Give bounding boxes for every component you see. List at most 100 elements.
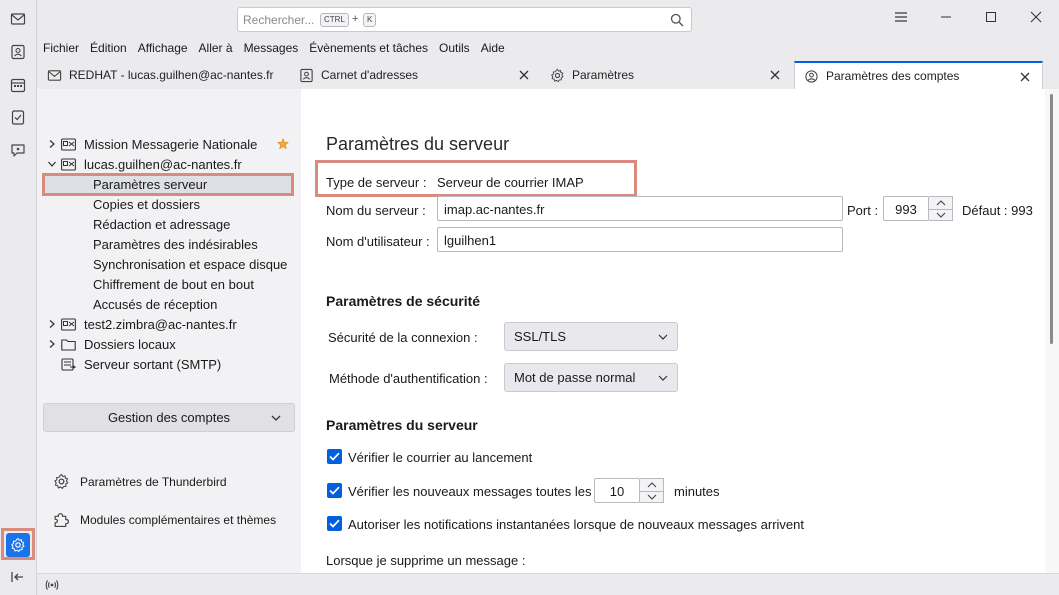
- menu-evenements[interactable]: Évènements et tâches: [309, 41, 428, 55]
- menu-messages[interactable]: Messages: [244, 41, 299, 55]
- calendar-icon[interactable]: [7, 74, 29, 96]
- mail-account-icon: [61, 137, 76, 151]
- push-notification-label[interactable]: Autoriser les notifications instantanées…: [348, 517, 804, 532]
- sidebar-item-redaction[interactable]: Rédaction et adressage: [93, 214, 230, 234]
- account-dossiers-locaux[interactable]: Dossiers locaux: [47, 334, 176, 354]
- link-label: Paramètres de Thunderbird: [80, 474, 227, 489]
- minimize-icon[interactable]: [938, 9, 954, 25]
- sidebar-item-chiffrement[interactable]: Chiffrement de bout en bout: [93, 274, 254, 294]
- check-interval-stepper[interactable]: [640, 478, 664, 503]
- account-actions-dropdown[interactable]: Gestion des comptes: [43, 403, 295, 432]
- tab-redhat-mail[interactable]: REDHAT - lucas.guilhen@ac-nantes.fr: [47, 61, 297, 89]
- port-stepper[interactable]: [929, 196, 953, 221]
- status-bar: [37, 573, 1059, 595]
- app-menu-icon[interactable]: [893, 9, 909, 25]
- account-label: Dossiers locaux: [84, 336, 176, 352]
- shortcut-plus: +: [352, 13, 359, 25]
- connection-security-select[interactable]: SSL/TLS: [504, 322, 678, 351]
- tab-parametres[interactable]: Paramètres: [550, 61, 790, 89]
- menu-outils[interactable]: Outils: [439, 41, 470, 55]
- menu-affichage[interactable]: Affichage: [138, 41, 188, 55]
- chevron-right-icon[interactable]: [47, 139, 57, 149]
- collapse-spaces-icon[interactable]: [7, 566, 29, 588]
- scrollbar-thumb[interactable]: [1050, 94, 1053, 344]
- account-actions-label: Gestion des comptes: [107, 410, 231, 425]
- sidebar-item-label: Paramètres des indésirables: [93, 236, 258, 252]
- online-status-icon[interactable]: [45, 578, 59, 592]
- mail-icon[interactable]: [7, 8, 29, 30]
- stepper-down-icon[interactable]: [929, 208, 952, 221]
- addons-themes-link[interactable]: Modules complémentaires et thèmes: [53, 511, 276, 528]
- chevron-down-icon: [271, 415, 281, 421]
- smtp-server-item[interactable]: Serveur sortant (SMTP): [61, 354, 221, 374]
- close-window-icon[interactable]: [1028, 9, 1044, 25]
- search-placeholder: Rechercher...: [243, 13, 315, 27]
- account-label: Serveur sortant (SMTP): [84, 356, 222, 372]
- server-name-input[interactable]: imap.ac-nantes.fr: [437, 196, 843, 221]
- check-interval-input[interactable]: 10: [594, 478, 640, 503]
- tab-account-settings[interactable]: Paramètres des comptes: [794, 61, 1043, 89]
- select-value: SSL/TLS: [514, 329, 567, 344]
- username-input[interactable]: lguilhen1: [437, 227, 843, 252]
- chevron-down-icon[interactable]: [47, 159, 57, 169]
- sidebar-item-parametres-serveur[interactable]: Paramètres serveur: [45, 174, 291, 194]
- check-startup-checkbox[interactable]: [327, 449, 342, 464]
- checkmark-icon: [329, 486, 340, 495]
- port-input[interactable]: 993: [883, 196, 929, 221]
- close-tab-icon[interactable]: [517, 68, 531, 82]
- account-mission-messagerie[interactable]: Mission Messagerie Nationale: [47, 134, 297, 154]
- port-label: Port :: [847, 203, 879, 218]
- spaces-toolbar: [0, 0, 37, 595]
- chat-icon[interactable]: [7, 139, 29, 161]
- push-notification-checkbox[interactable]: [327, 516, 342, 531]
- account-label: test2.zimbra@ac-nantes.fr: [84, 316, 237, 332]
- main-scrollbar[interactable]: [1045, 89, 1059, 573]
- account-label: lucas.guilhen@ac-nantes.fr: [84, 156, 242, 172]
- stepper-down-icon[interactable]: [640, 490, 663, 503]
- tab-label: REDHAT - lucas.guilhen@ac-nantes.fr: [69, 68, 274, 82]
- minutes-label: minutes: [674, 484, 720, 499]
- close-tab-icon[interactable]: [768, 68, 782, 82]
- check-every-label[interactable]: Vérifier les nouveaux messages toutes le…: [348, 484, 592, 499]
- check-startup-label[interactable]: Vérifier le courrier au lancement: [348, 450, 532, 465]
- sidebar-item-accuses[interactable]: Accusés de réception: [93, 294, 217, 314]
- username-label: Nom d'utilisateur :: [326, 234, 430, 249]
- search-input[interactable]: Rechercher... CTRL + K: [237, 7, 692, 32]
- tab-bar: REDHAT - lucas.guilhen@ac-nantes.fr Carn…: [37, 61, 1059, 89]
- security-heading: Paramètres de sécurité: [326, 293, 481, 309]
- maximize-icon[interactable]: [983, 9, 999, 25]
- sidebar-item-label: Paramètres serveur: [93, 176, 208, 192]
- menu-edition[interactable]: Édition: [90, 41, 127, 55]
- stepper-up-icon[interactable]: [640, 479, 663, 491]
- title-bar: Rechercher... CTRL + K: [37, 0, 1059, 37]
- tasks-icon[interactable]: [7, 106, 29, 128]
- menu-aller-a[interactable]: Aller à: [199, 41, 233, 55]
- check-every-checkbox[interactable]: [327, 483, 342, 498]
- delete-message-label: Lorsque je supprime un message :: [326, 553, 526, 568]
- server-settings-heading: Paramètres du serveur: [326, 417, 478, 433]
- sidebar-item-label: Accusés de réception: [93, 296, 218, 312]
- menu-aide[interactable]: Aide: [481, 41, 505, 55]
- address-book-icon: [300, 68, 313, 82]
- account-label: Mission Messagerie Nationale: [84, 136, 258, 152]
- sidebar-item-synchronisation[interactable]: Synchronisation et espace disque: [93, 254, 287, 274]
- thunderbird-settings-link[interactable]: Paramètres de Thunderbird: [53, 473, 227, 490]
- tab-label: Paramètres des comptes: [826, 69, 960, 83]
- menu-fichier[interactable]: Fichier: [43, 41, 79, 55]
- close-tab-icon[interactable]: [1018, 70, 1032, 84]
- sidebar-item-label: Rédaction et adressage: [93, 216, 231, 232]
- sidebar-item-copies-dossiers[interactable]: Copies et dossiers: [93, 194, 200, 214]
- auth-method-select[interactable]: Mot de passe normal: [504, 363, 678, 392]
- account-test2-zimbra[interactable]: test2.zimbra@ac-nantes.fr: [47, 314, 237, 334]
- sidebar-item-indesirables[interactable]: Paramètres des indésirables: [93, 234, 258, 254]
- settings-gear-icon[interactable]: [6, 533, 30, 557]
- address-book-icon[interactable]: [7, 41, 29, 63]
- account-lucas-guilhen[interactable]: lucas.guilhen@ac-nantes.fr: [47, 154, 297, 174]
- chevron-right-icon[interactable]: [47, 319, 57, 329]
- server-type-label: Type de serveur :: [326, 175, 427, 190]
- outgoing-server-icon: [61, 357, 76, 371]
- tab-address-book[interactable]: Carnet d'adresses: [299, 61, 539, 89]
- stepper-up-icon[interactable]: [929, 197, 952, 209]
- search-icon[interactable]: [670, 13, 684, 27]
- chevron-right-icon[interactable]: [47, 339, 57, 349]
